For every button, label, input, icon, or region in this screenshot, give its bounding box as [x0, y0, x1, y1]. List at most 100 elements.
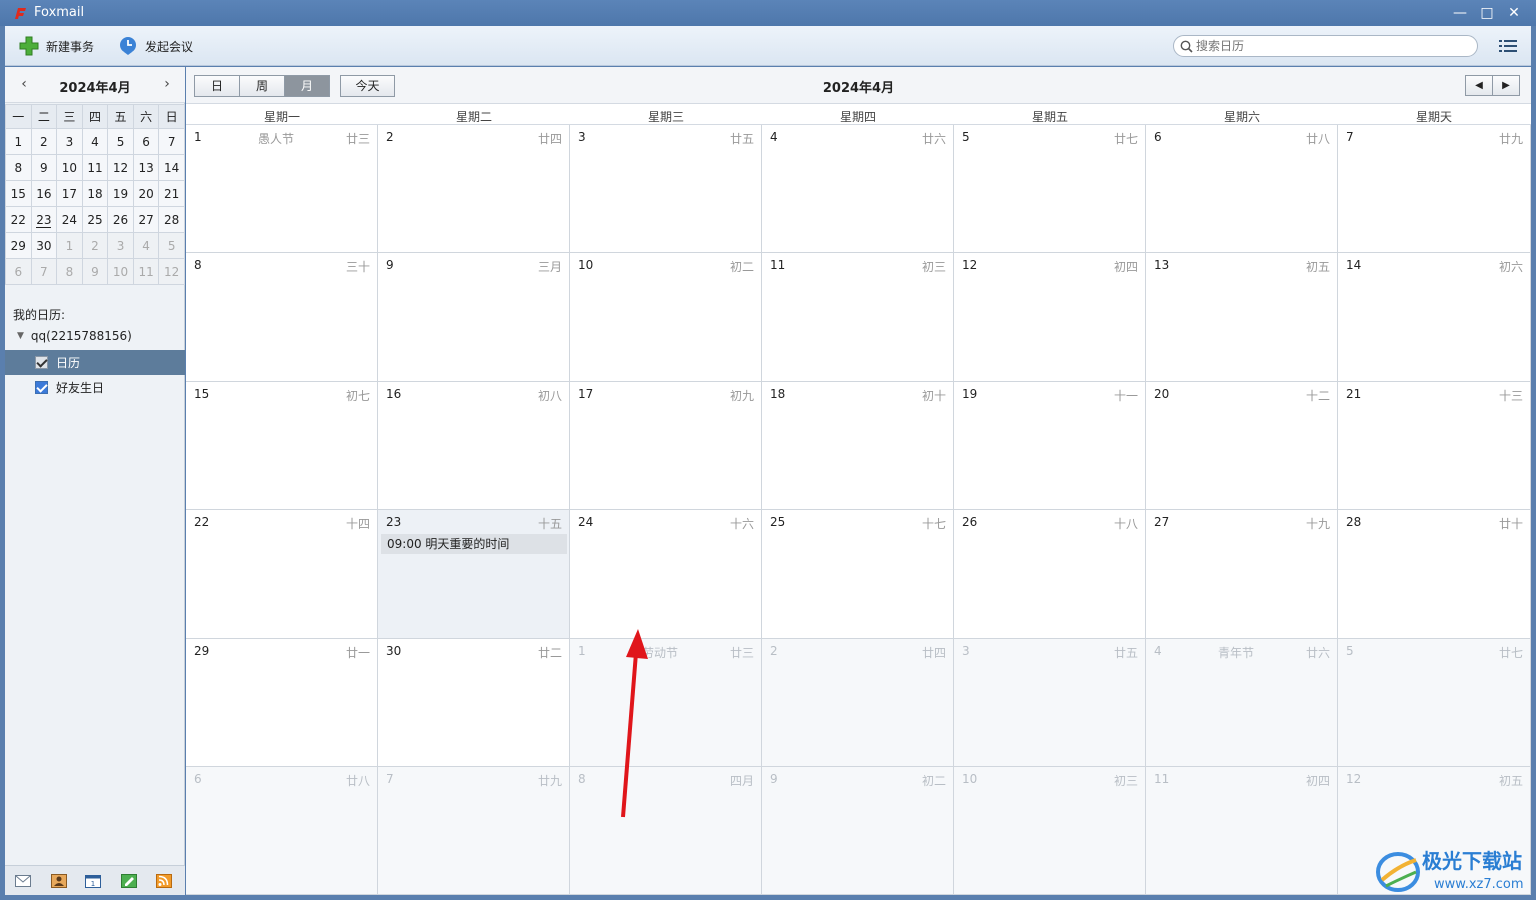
list-menu-icon[interactable]: [1499, 39, 1517, 53]
day-cell[interactable]: 25 十七: [762, 510, 954, 639]
mini-day[interactable]: 17: [56, 180, 83, 207]
mini-day[interactable]: 5: [158, 232, 185, 259]
mini-day[interactable]: 12: [158, 258, 185, 285]
close-button[interactable]: ✕: [1502, 4, 1526, 22]
mail-icon[interactable]: [15, 874, 31, 888]
day-cell[interactable]: 7 廿九: [1338, 125, 1531, 253]
mini-day[interactable]: 4: [132, 232, 160, 259]
day-cell[interactable]: 10 初三: [954, 767, 1146, 895]
mini-day[interactable]: 26: [107, 206, 134, 233]
mini-day[interactable]: 8: [56, 258, 83, 285]
mini-day[interactable]: 25: [81, 206, 109, 233]
mini-day[interactable]: 4: [81, 128, 109, 155]
mini-day[interactable]: 22: [5, 206, 32, 233]
day-cell[interactable]: 9 初二: [762, 767, 954, 895]
day-cell[interactable]: 3 廿五: [954, 639, 1146, 767]
day-cell[interactable]: 9 三月: [378, 253, 570, 382]
calendar-event[interactable]: 09:00 明天重要的时间: [381, 534, 567, 554]
day-cell[interactable]: 16 初八: [378, 382, 570, 510]
day-cell[interactable]: 1 劳动节 廿三: [570, 639, 762, 767]
day-cell[interactable]: 3 廿五: [570, 125, 762, 253]
day-cell[interactable]: 23 十五 09:00 明天重要的时间: [378, 510, 570, 639]
mini-day[interactable]: 6: [132, 128, 160, 155]
birthdays-checkbox[interactable]: [35, 381, 48, 394]
day-view-button[interactable]: 日: [194, 75, 240, 97]
mini-day[interactable]: 10: [56, 154, 83, 181]
mini-day[interactable]: 9: [81, 258, 109, 285]
mini-day[interactable]: 27: [132, 206, 160, 233]
notes-icon[interactable]: [121, 874, 137, 888]
prev-month-button[interactable]: ◀: [1465, 75, 1493, 96]
mini-day[interactable]: 8: [5, 154, 32, 181]
day-cell[interactable]: 8 四月: [570, 767, 762, 895]
start-meeting-button[interactable]: 发起会议: [118, 35, 193, 57]
contacts-icon[interactable]: [51, 874, 67, 888]
collapse-triangle-icon[interactable]: ▼: [17, 331, 24, 341]
mini-day[interactable]: 13: [132, 154, 160, 181]
mini-day[interactable]: 2: [30, 128, 58, 155]
mini-day[interactable]: 11: [81, 154, 109, 181]
calendar-item-birthdays[interactable]: 好友生日: [5, 375, 185, 400]
day-cell[interactable]: 26 十八: [954, 510, 1146, 639]
mini-day[interactable]: 9: [30, 154, 58, 181]
day-cell[interactable]: 6 廿八: [186, 767, 378, 895]
day-cell[interactable]: 10 初二: [570, 253, 762, 382]
day-cell[interactable]: 1 愚人节 廿三: [186, 125, 378, 253]
day-cell[interactable]: 6 廿八: [1146, 125, 1338, 253]
day-cell[interactable]: 14 初六: [1338, 253, 1531, 382]
maximize-button[interactable]: □: [1475, 4, 1499, 22]
next-month-button[interactable]: ▶: [1492, 75, 1520, 96]
mini-day[interactable]: 16: [30, 180, 58, 207]
mini-day[interactable]: 3: [56, 128, 83, 155]
mini-day[interactable]: 10: [107, 258, 134, 285]
mini-next-month-button[interactable]: ›: [159, 76, 175, 92]
mini-day[interactable]: 30: [30, 232, 58, 259]
mini-day[interactable]: 1: [5, 128, 32, 155]
day-cell[interactable]: 19 十一: [954, 382, 1146, 510]
day-cell[interactable]: 21 十三: [1338, 382, 1531, 510]
month-view-button[interactable]: 月: [284, 75, 330, 97]
day-cell[interactable]: 2 廿四: [378, 125, 570, 253]
day-cell[interactable]: 13 初五: [1146, 253, 1338, 382]
day-cell[interactable]: 22 十四: [186, 510, 378, 639]
day-cell[interactable]: 11 初三: [762, 253, 954, 382]
mini-day[interactable]: 15: [5, 180, 32, 207]
week-view-button[interactable]: 周: [239, 75, 285, 97]
new-task-button[interactable]: 新建事务: [19, 35, 94, 57]
day-cell[interactable]: 15 初七: [186, 382, 378, 510]
day-cell[interactable]: 8 三十: [186, 253, 378, 382]
day-cell[interactable]: 4 廿六: [762, 125, 954, 253]
day-cell[interactable]: 20 十二: [1146, 382, 1338, 510]
minimize-button[interactable]: —: [1448, 4, 1472, 22]
mini-day[interactable]: 19: [107, 180, 134, 207]
mini-day[interactable]: 6: [5, 258, 32, 285]
today-button[interactable]: 今天: [340, 75, 395, 97]
mini-day[interactable]: 3: [107, 232, 134, 259]
mini-day[interactable]: 29: [5, 232, 32, 259]
rss-icon[interactable]: [156, 874, 172, 888]
day-cell[interactable]: 27 十九: [1146, 510, 1338, 639]
mini-day[interactable]: 24: [56, 206, 83, 233]
mini-day[interactable]: 7: [30, 258, 58, 285]
day-cell[interactable]: 30 廿二: [378, 639, 570, 767]
day-cell[interactable]: 4 青年节 廿六: [1146, 639, 1338, 767]
mini-day[interactable]: 20: [132, 180, 160, 207]
search-box[interactable]: [1173, 35, 1478, 57]
day-cell[interactable]: 24 十六: [570, 510, 762, 639]
day-cell[interactable]: 29 廿一: [186, 639, 378, 767]
mini-day[interactable]: 28: [158, 206, 185, 233]
mini-day[interactable]: 5: [107, 128, 134, 155]
calendar-module-icon[interactable]: 1: [85, 874, 101, 888]
mini-day[interactable]: 11: [132, 258, 160, 285]
mini-day[interactable]: 1: [56, 232, 83, 259]
day-cell[interactable]: 5 廿七: [954, 125, 1146, 253]
mini-day[interactable]: 14: [158, 154, 185, 181]
mini-day[interactable]: 2: [81, 232, 109, 259]
day-cell[interactable]: 7 廿九: [378, 767, 570, 895]
account-node[interactable]: ▼ qq(2215788156): [17, 329, 132, 343]
search-input[interactable]: [1196, 38, 1466, 54]
mini-day[interactable]: 12: [107, 154, 134, 181]
mini-day[interactable]: 21: [158, 180, 185, 207]
day-cell[interactable]: 17 初九: [570, 382, 762, 510]
day-cell[interactable]: 28 廿十: [1338, 510, 1531, 639]
